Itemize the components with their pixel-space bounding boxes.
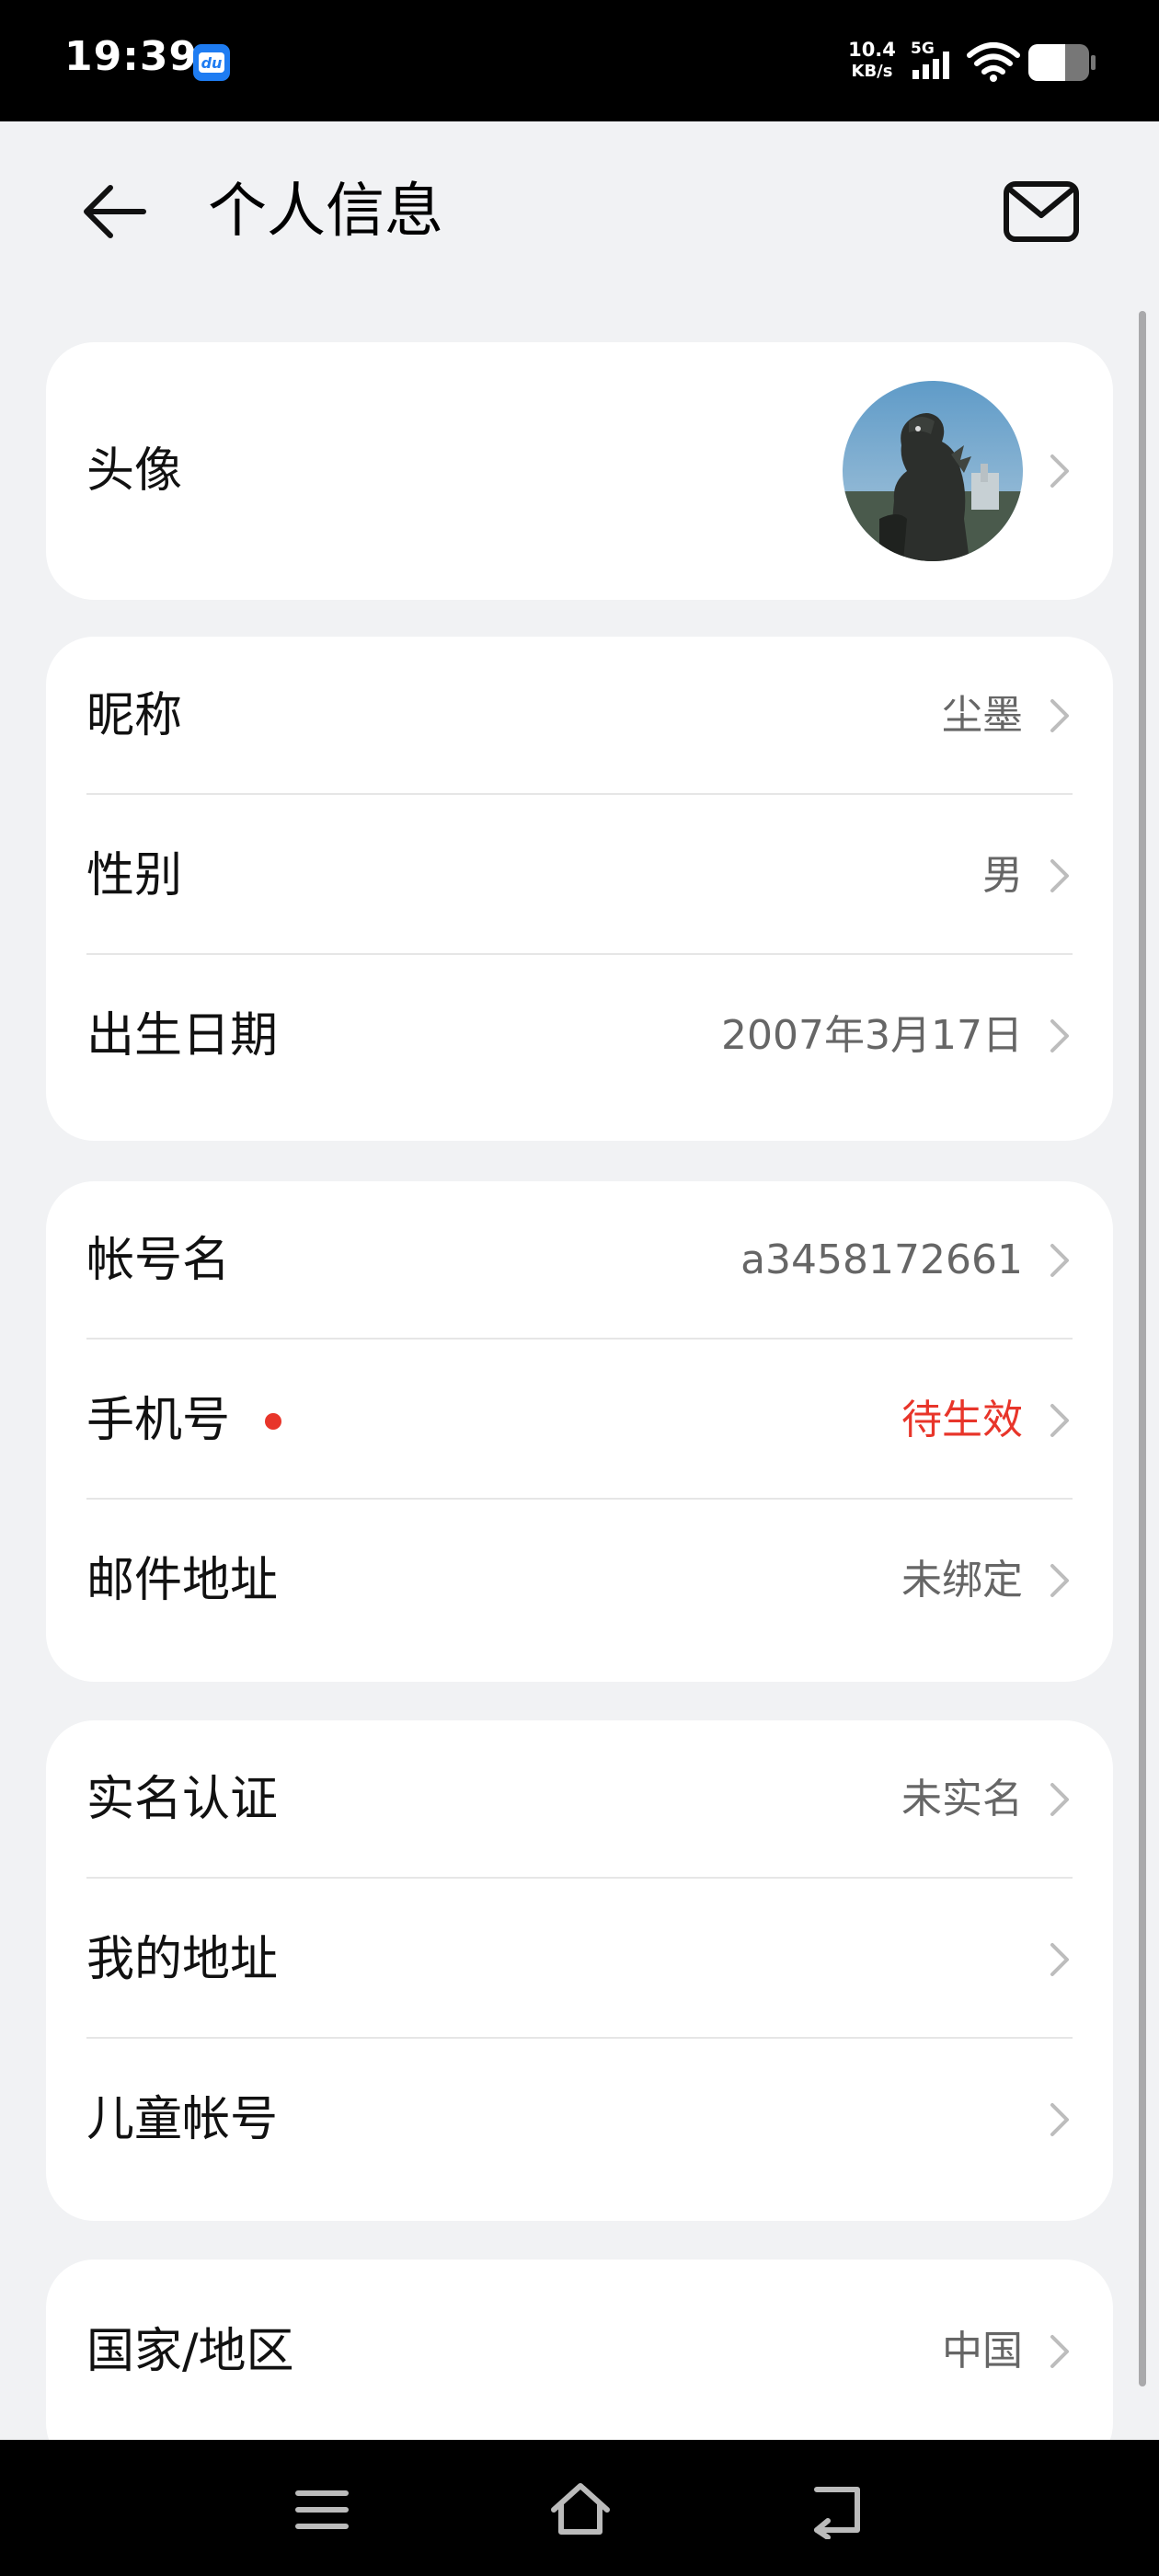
basic-info-card: 昵称 尘墨 性别 男 出生日期 2007年3月17日 [46, 637, 1113, 1141]
alert-dot [265, 1413, 281, 1430]
row-label: 邮件地址 [86, 1553, 279, 1608]
menu-icon[interactable] [293, 2480, 351, 2539]
row-label: 头像 [86, 443, 183, 499]
row-label: 昵称 [86, 688, 183, 743]
birthdate-value: 2007年3月17日 [721, 1012, 1023, 1059]
chevron-right-icon [1050, 454, 1069, 488]
back-icon[interactable] [806, 2478, 870, 2539]
system-nav-bar [0, 2440, 1159, 2576]
home-icon[interactable] [548, 2477, 613, 2541]
wifi-icon [967, 42, 1020, 82]
row-label: 实名认证 [86, 1772, 279, 1827]
scrollbar[interactable] [1139, 311, 1146, 2386]
row-label: 出生日期 [86, 1008, 279, 1064]
row-label: 手机号 [86, 1393, 231, 1448]
chevron-right-icon [1050, 1244, 1069, 1277]
gender-value: 男 [982, 852, 1023, 899]
row-label: 性别 [86, 848, 183, 903]
row-label: 儿童帐号 [86, 2092, 279, 2147]
chevron-right-icon [1050, 1019, 1069, 1052]
divider [86, 1338, 1073, 1340]
real-name-row[interactable]: 实名认证 未实名 [46, 1720, 1113, 1879]
my-address-row[interactable]: 我的地址 [46, 1880, 1113, 2039]
app-header: 个人信息 [0, 121, 1159, 305]
account-name-row[interactable]: 帐号名 a3458172661 [46, 1181, 1113, 1340]
verification-card: 实名认证 未实名 我的地址 儿童帐号 [46, 1720, 1113, 2221]
divider [86, 1877, 1073, 1879]
divider [86, 793, 1073, 795]
status-bar: 19:39 du 10.4 KB/s 5G [0, 0, 1159, 121]
chevron-right-icon [1050, 1943, 1069, 1976]
account-card: 帐号名 a3458172661 手机号 待生效 邮件地址 未绑定 [46, 1181, 1113, 1682]
arrow-left-icon[interactable] [79, 175, 153, 248]
phone-status-value: 待生效 [901, 1397, 1023, 1443]
divider [86, 953, 1073, 955]
chevron-right-icon [1050, 2103, 1069, 2136]
email-row[interactable]: 邮件地址 未绑定 [46, 1501, 1113, 1660]
email-value: 未绑定 [901, 1557, 1023, 1604]
divider [86, 1498, 1073, 1500]
account-name-value: a3458172661 [740, 1236, 1023, 1283]
chevron-right-icon [1050, 1404, 1069, 1437]
child-account-row[interactable]: 儿童帐号 [46, 2041, 1113, 2199]
chevron-right-icon [1050, 2335, 1069, 2368]
row-label: 国家/地区 [86, 2324, 294, 2379]
signal-icon: 5G [911, 40, 949, 79]
nickname-row[interactable]: 昵称 尘墨 [46, 637, 1113, 795]
avatar [843, 381, 1023, 561]
chevron-right-icon [1050, 1564, 1069, 1597]
divider [86, 2037, 1073, 2039]
chevron-right-icon [1050, 699, 1069, 732]
gender-row[interactable]: 性别 男 [46, 797, 1113, 955]
battery-icon [1028, 44, 1096, 81]
row-label: 帐号名 [86, 1233, 231, 1288]
app-notification-icon: du [193, 44, 230, 81]
nickname-value: 尘墨 [942, 692, 1023, 739]
network-speed: 10.4 KB/s [848, 39, 896, 81]
avatar-row[interactable]: 头像 [46, 342, 1113, 600]
mail-icon[interactable] [1001, 175, 1082, 248]
country-region-value: 中国 [942, 2328, 1023, 2375]
chevron-right-icon [1050, 1783, 1069, 1816]
page-title: 个人信息 [208, 178, 443, 246]
birthdate-row[interactable]: 出生日期 2007年3月17日 [46, 957, 1113, 1115]
avatar-card: 头像 [46, 342, 1113, 600]
personal-info-screen: 19:39 du 10.4 KB/s 5G 个人信息 头像 昵称 尘墨 性别 男… [0, 0, 1159, 2576]
status-time: 19:39 [64, 33, 199, 80]
network-type-label: 5G [911, 40, 935, 58]
country-region-row[interactable]: 国家/地区 中国 [46, 2260, 1113, 2444]
phone-row[interactable]: 手机号 待生效 [46, 1341, 1113, 1500]
real-name-value: 未实名 [901, 1776, 1023, 1823]
chevron-right-icon [1050, 859, 1069, 892]
row-label: 我的地址 [86, 1932, 279, 1987]
